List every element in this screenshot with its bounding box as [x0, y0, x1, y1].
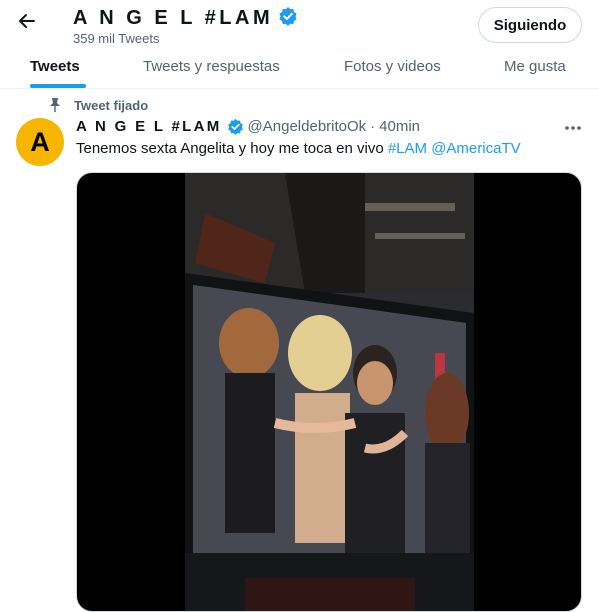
tab-photos-videos[interactable]: Fotos y videos [344, 44, 441, 88]
tweet-body-text: Tenemos sexta Angelita y hoy me toca en … [76, 140, 388, 157]
avatar[interactable]: A [16, 118, 64, 166]
profile-tabs: Tweets Tweets y respuestas Fotos y video… [0, 44, 599, 89]
verified-badge-icon [227, 118, 244, 135]
pin-icon [46, 96, 64, 114]
avatar-letter: A [30, 126, 50, 157]
tweet-author-name[interactable]: A N G E L #LAM [76, 118, 222, 135]
hashtag-link[interactable]: #LAM [388, 140, 427, 157]
back-button[interactable] [12, 8, 42, 38]
video-still-image [185, 173, 474, 611]
pinned-tweet-label: Tweet fijado [46, 96, 148, 114]
tab-tweets[interactable]: Tweets [30, 44, 80, 88]
tweet-header: A N G E L #LAM @AngeldebritoOk · 40min [76, 118, 420, 135]
active-tab-indicator [30, 84, 86, 88]
more-icon [564, 118, 582, 136]
separator-dot: · [370, 118, 376, 135]
profile-header: A N G E L #LAM 359 mil Tweets Siguiendo [0, 0, 599, 46]
tweet-handle[interactable]: @AngeldebritoOk [248, 118, 367, 135]
tweet-timestamp[interactable]: 40min [379, 118, 420, 135]
pinned-text: Tweet fijado [74, 97, 149, 113]
following-button[interactable]: Siguiendo [478, 7, 582, 43]
more-options-button[interactable] [562, 119, 584, 135]
back-arrow-icon [17, 11, 37, 36]
tweet-video[interactable] [76, 172, 582, 612]
tweet-text: Tenemos sexta Angelita y hoy me toca en … [76, 140, 521, 158]
profile-display-name: A N G E L #LAM [73, 7, 274, 29]
profile-name-row: A N G E L #LAM [73, 6, 298, 31]
video-frame [185, 173, 474, 611]
verified-badge-icon [278, 6, 298, 31]
mention-link[interactable]: @AmericaTV [431, 140, 520, 157]
tab-tweets-and-replies[interactable]: Tweets y respuestas [143, 44, 280, 88]
tab-likes[interactable]: Me gusta [504, 44, 566, 88]
